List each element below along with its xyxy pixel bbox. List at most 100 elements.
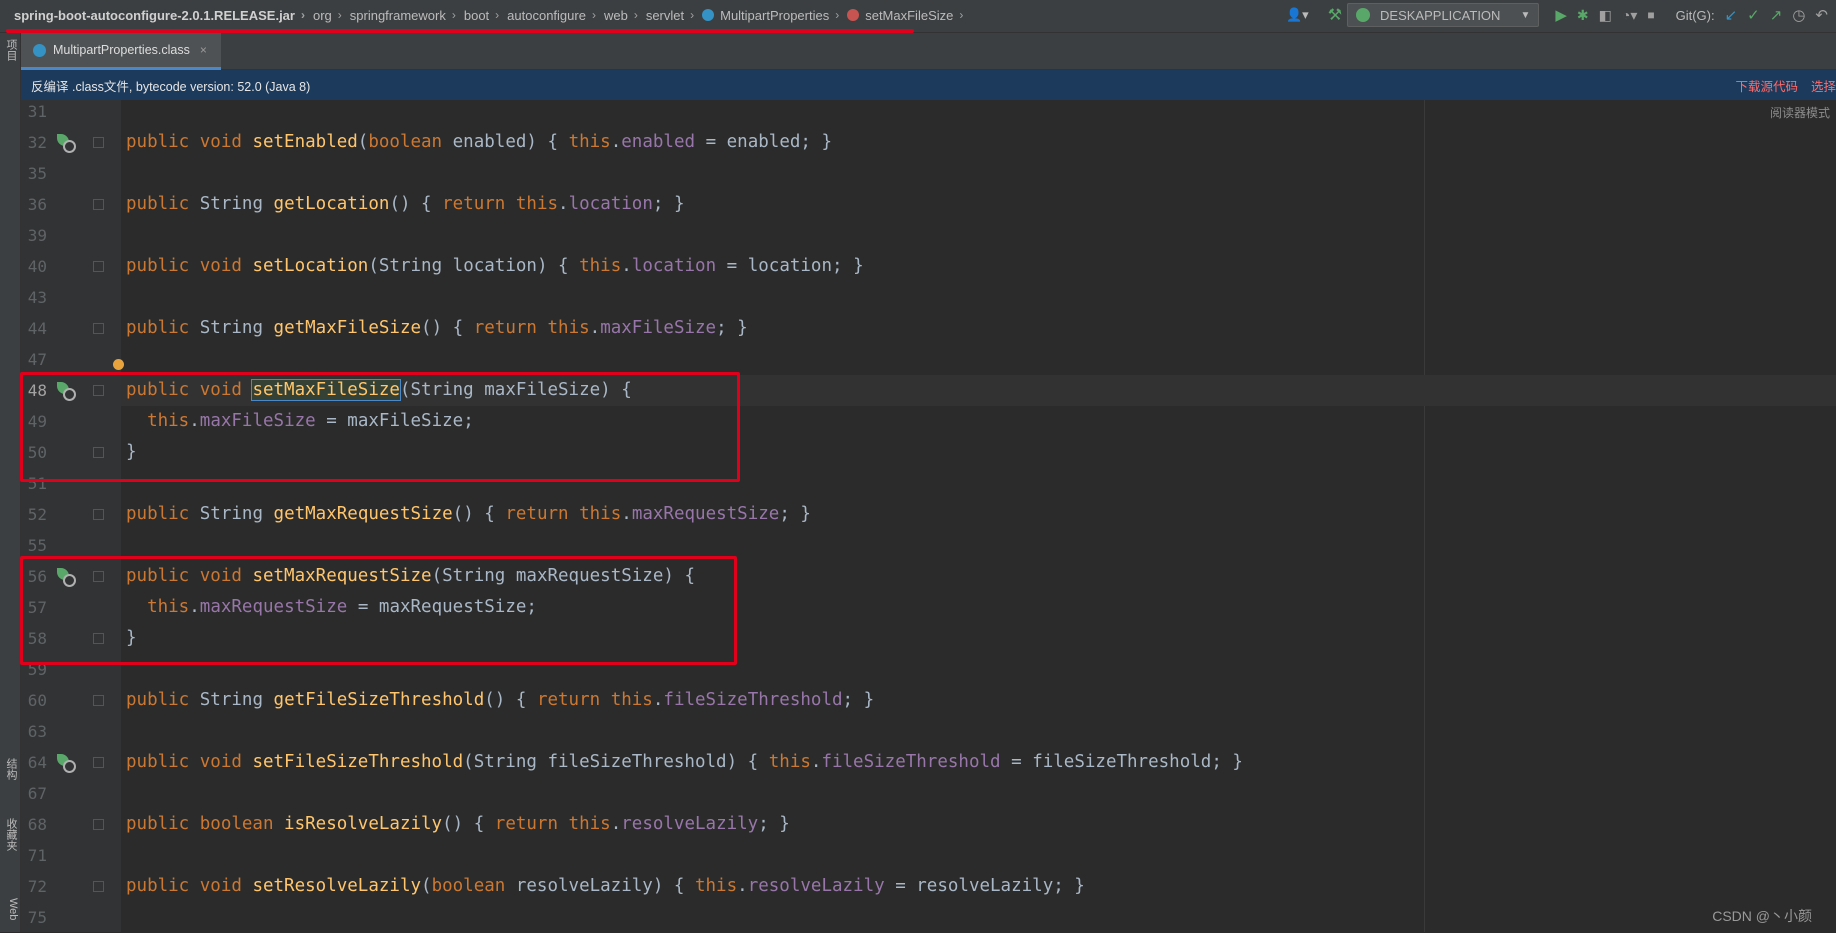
class-icon <box>702 9 715 21</box>
chevron-right-icon: › <box>300 8 305 22</box>
breadcrumb-class[interactable]: MultipartProperties › <box>702 8 847 23</box>
user-icon[interactable]: 👤▾ <box>1286 7 1309 23</box>
breadcrumb-label: MultipartProperties <box>720 7 830 23</box>
fold-icon[interactable] <box>93 323 104 334</box>
chevron-right-icon: › <box>337 8 342 22</box>
breadcrumb-org[interactable]: org › <box>313 8 350 23</box>
line-number: 55 <box>27 536 47 555</box>
breadcrumb-servlet[interactable]: servlet › <box>646 8 702 23</box>
watermark: CSDN @丶小颜 <box>1712 908 1812 924</box>
editor-tab-bar: MultipartProperties.class × <box>21 33 1836 70</box>
tab-multipart-properties[interactable]: MultipartProperties.class × <box>21 33 221 70</box>
chevron-right-icon: › <box>959 8 964 22</box>
code-line: 67 <box>21 778 1836 809</box>
breadcrumb-label: boot <box>463 7 490 23</box>
chevron-right-icon: › <box>451 8 456 22</box>
close-icon[interactable]: × <box>200 43 207 57</box>
git-update-icon[interactable]: ↙ <box>1725 6 1738 24</box>
fold-icon[interactable] <box>93 819 104 830</box>
fold-icon[interactable] <box>93 509 104 520</box>
fold-icon[interactable] <box>93 881 104 892</box>
code-line: 75 <box>21 902 1836 933</box>
breadcrumb-jar[interactable]: spring-boot-autoconfigure-2.0.1.RELEASE.… <box>14 8 313 23</box>
project-tool-button[interactable]: 项目 <box>1 39 19 61</box>
highlight-box-setmaxfilesize <box>20 372 740 482</box>
line-number: 40 <box>27 257 47 276</box>
line-number: 72 <box>27 877 47 896</box>
code-text: public void setFileSizeThreshold(String … <box>126 752 1243 772</box>
code-line: 72 public void setResolveLazily(boolean … <box>21 871 1836 902</box>
code-line: 40 public void setLocation(String locati… <box>21 251 1836 282</box>
code-line: 39 <box>21 220 1836 251</box>
spring-bean-icon[interactable] <box>57 134 76 153</box>
code-text: public String getMaxRequestSize() { retu… <box>126 504 811 524</box>
run-configuration-label: DESKAPPLICATION <box>1380 7 1501 23</box>
run-configuration-select[interactable]: DESKAPPLICATION ▼ <box>1347 3 1540 27</box>
line-number: 68 <box>27 815 47 834</box>
structure-label: 结构 <box>5 758 17 780</box>
breadcrumb-autoconfigure[interactable]: autoconfigure › <box>507 8 604 23</box>
fold-icon[interactable] <box>93 199 104 210</box>
line-number: 52 <box>27 505 47 524</box>
favorites-tool-button[interactable]: 收藏夹 <box>1 818 19 851</box>
code-line: 71 <box>21 840 1836 871</box>
breadcrumb: spring-boot-autoconfigure-2.0.1.RELEASE.… <box>14 0 971 30</box>
fold-icon[interactable] <box>93 261 104 272</box>
stop-icon[interactable]: ■ <box>1647 8 1654 22</box>
web-label: Web <box>7 898 19 921</box>
code-line: 43 <box>21 282 1836 313</box>
navigation-bar: spring-boot-autoconfigure-2.0.1.RELEASE.… <box>0 0 1836 33</box>
rollback-icon[interactable]: ↶ <box>1815 6 1828 24</box>
chevron-right-icon: › <box>591 8 596 22</box>
breadcrumb-web[interactable]: web › <box>604 8 646 23</box>
code-text: public String getFileSizeThreshold() { r… <box>126 690 875 710</box>
line-number: 32 <box>27 133 47 152</box>
breadcrumb-boot[interactable]: boot › <box>464 8 507 23</box>
chevron-right-icon: › <box>835 8 840 22</box>
line-number: 43 <box>27 288 47 307</box>
code-text: public void setResolveLazily(boolean res… <box>126 876 1085 896</box>
code-text: public void setLocation(String location)… <box>126 256 864 276</box>
code-line: 63 <box>21 716 1836 747</box>
chevron-right-icon: › <box>495 8 500 22</box>
code-text: public String getMaxFileSize() { return … <box>126 318 748 338</box>
git-label: Git(G): <box>1675 7 1715 23</box>
choose-sources-link[interactable]: 选择 <box>1811 76 1836 95</box>
spring-bean-icon[interactable] <box>57 754 76 773</box>
fold-icon[interactable] <box>93 137 104 148</box>
line-number: 44 <box>27 319 47 338</box>
code-line: 36 public String getLocation() { return … <box>21 189 1836 220</box>
code-line: 32 public void setEnabled(boolean enable… <box>21 127 1836 158</box>
git-push-icon[interactable]: ↗ <box>1770 6 1783 24</box>
line-number: 75 <box>27 908 47 927</box>
code-text: public void setEnabled(boolean enabled) … <box>126 132 833 152</box>
code-line: 68 public boolean isResolveLazily() { re… <box>21 809 1836 840</box>
line-number: 39 <box>27 226 47 245</box>
breadcrumb-method[interactable]: setMaxFileSize › <box>847 8 971 23</box>
debug-icon[interactable]: ✱ <box>1577 7 1589 24</box>
breadcrumb-springframework[interactable]: springframework › <box>350 8 464 23</box>
tab-label: MultipartProperties.class <box>53 43 190 57</box>
class-icon <box>33 43 46 57</box>
line-number: 47 <box>27 350 47 369</box>
web-tool-button[interactable]: Web <box>1 898 19 920</box>
breadcrumb-label: autoconfigure <box>507 7 586 23</box>
line-number: 35 <box>27 164 47 183</box>
download-sources-link[interactable]: 下载源代码 <box>1735 76 1798 95</box>
highlight-box-setmaxrequestsize <box>20 556 737 665</box>
method-icon <box>847 9 860 21</box>
git-commit-icon[interactable]: ✓ <box>1747 6 1760 24</box>
coverage-icon[interactable]: ◧ <box>1599 7 1612 24</box>
lightbulb-icon[interactable] <box>113 359 124 370</box>
project-label: 项目 <box>5 39 17 61</box>
code-line: 60 public String getFileSizeThreshold() … <box>21 685 1836 716</box>
code-text: public String getLocation() { return thi… <box>126 194 685 214</box>
fold-icon[interactable] <box>93 695 104 706</box>
run-icon[interactable]: ▶ <box>1555 6 1567 24</box>
structure-tool-button[interactable]: 结构 <box>1 758 19 780</box>
code-line: 44 public String getMaxFileSize() { retu… <box>21 313 1836 344</box>
build-hammer-icon[interactable]: ⚒ <box>1328 5 1342 25</box>
fold-icon[interactable] <box>93 757 104 768</box>
profile-icon[interactable]: ◔▾ <box>1622 7 1637 24</box>
history-icon[interactable]: ◷ <box>1792 6 1805 24</box>
